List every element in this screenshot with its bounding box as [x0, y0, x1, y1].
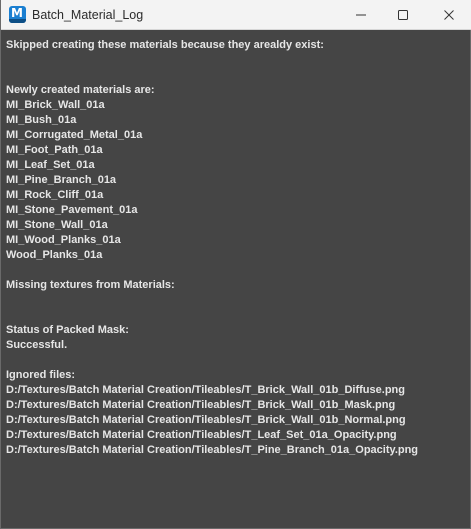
- log-line: Skipped creating these materials because…: [6, 39, 324, 51]
- log-line: Wood_Planks_01a: [6, 249, 103, 261]
- log-line: MI_Brick_Wall_01a: [6, 99, 105, 111]
- title-bar[interactable]: M Batch_Material_Log: [1, 0, 471, 30]
- minimize-icon: [356, 14, 366, 16]
- log-line: MI_Pine_Branch_01a: [6, 174, 117, 186]
- log-line: D:/Textures/Batch Material Creation/Tile…: [6, 444, 419, 456]
- maximize-button[interactable]: [383, 0, 423, 29]
- window-title: Batch_Material_Log: [32, 8, 144, 22]
- log-line: Successful.: [6, 339, 68, 351]
- log-line: Status of Packed Mask:: [6, 324, 129, 336]
- log-line: MI_Corrugated_Metal_01a: [6, 129, 143, 141]
- maximize-icon: [398, 10, 408, 20]
- log-line: MI_Rock_Cliff_01a: [6, 189, 104, 201]
- log-line: Newly created materials are:: [6, 84, 155, 96]
- log-line: MI_Foot_Path_01a: [6, 144, 103, 156]
- log-output: Skipped creating these materials because…: [6, 38, 462, 458]
- app-logo-icon: M: [9, 6, 26, 23]
- log-line: MI_Stone_Wall_01a: [6, 219, 108, 231]
- log-line: D:/Textures/Batch Material Creation/Tile…: [6, 429, 397, 441]
- close-icon: [444, 10, 454, 20]
- log-line: MI_Bush_01a: [6, 114, 77, 126]
- log-line: MI_Stone_Pavement_01a: [6, 204, 138, 216]
- log-line: Missing textures from Materials:: [6, 279, 175, 291]
- minimize-button[interactable]: [341, 0, 381, 29]
- log-line: MI_Leaf_Set_01a: [6, 159, 95, 171]
- batch-material-log-window: M Batch_Material_Log Skipped creating th…: [0, 0, 471, 529]
- close-button[interactable]: [429, 0, 469, 29]
- log-line: MI_Wood_Planks_01a: [6, 234, 121, 246]
- log-line: D:/Textures/Batch Material Creation/Tile…: [6, 414, 406, 426]
- log-line: D:/Textures/Batch Material Creation/Tile…: [6, 384, 405, 396]
- log-line: Ignored files:: [6, 369, 76, 381]
- log-line: D:/Textures/Batch Material Creation/Tile…: [6, 399, 396, 411]
